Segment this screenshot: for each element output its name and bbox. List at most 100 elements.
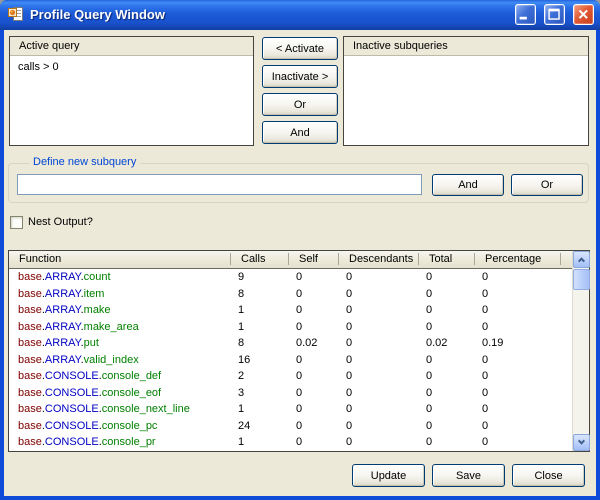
window-title: Profile Query Window — [30, 7, 507, 22]
table-row[interactable]: base.ARRAY.count90000 — [9, 269, 572, 286]
percentage-value: 0 — [474, 352, 560, 369]
self-value: 0 — [288, 418, 338, 435]
descendants-value: 0 — [338, 335, 418, 352]
active-query-list[interactable]: calls > 0 — [10, 57, 253, 145]
subquery-or-button[interactable]: Or — [511, 174, 583, 196]
total-value: 0 — [418, 434, 474, 451]
column-header-total[interactable]: Total — [418, 251, 474, 268]
column-header-self[interactable]: Self — [288, 251, 338, 268]
calls-value: 9 — [230, 269, 288, 286]
descendants-value: 0 — [338, 352, 418, 369]
function-name: base.ARRAY.make — [9, 302, 230, 319]
minimize-icon — [516, 4, 535, 25]
titlebar[interactable]: Profile Query Window — [0, 0, 600, 30]
subquery-input[interactable] — [17, 174, 422, 195]
table-row[interactable]: base.ARRAY.put80.0200.020.19 — [9, 335, 572, 352]
active-query-header: Active query — [10, 37, 253, 56]
table-row[interactable]: base.CONSOLE.console_pc240000 — [9, 418, 572, 435]
close-dialog-button[interactable]: Close — [512, 464, 585, 487]
self-value: 0 — [288, 269, 338, 286]
self-value: 0 — [288, 319, 338, 336]
vertical-scrollbar[interactable] — [572, 251, 589, 451]
self-value: 0 — [288, 286, 338, 303]
function-name: base.CONSOLE.console_next_line — [9, 401, 230, 418]
table-row[interactable]: base.ARRAY.make_area10000 — [9, 319, 572, 336]
percentage-value: 0 — [474, 269, 560, 286]
total-value: 0 — [418, 401, 474, 418]
maximize-icon — [545, 4, 564, 25]
column-header-percentage[interactable]: Percentage — [474, 251, 560, 268]
profile-query-window: Profile Query Window Active query calls … — [0, 0, 600, 500]
minimize-button[interactable] — [515, 4, 536, 25]
total-value: 0 — [418, 368, 474, 385]
client-area: Active query calls > 0 < Activate Inacti… — [4, 30, 596, 496]
table-row[interactable]: base.CONSOLE.console_def20000 — [9, 368, 572, 385]
and-combine-button[interactable]: And — [262, 121, 338, 144]
define-subquery-label: Define new subquery — [29, 156, 140, 168]
self-value: 0 — [288, 352, 338, 369]
define-subquery-group: Define new subquery And Or — [8, 163, 589, 203]
table-row[interactable]: base.ARRAY.valid_index160000 — [9, 352, 572, 369]
descendants-value: 0 — [338, 319, 418, 336]
calls-value: 1 — [230, 319, 288, 336]
scroll-down-button[interactable] — [573, 434, 590, 451]
calls-value: 1 — [230, 401, 288, 418]
self-value: 0 — [288, 434, 338, 451]
function-name: base.CONSOLE.console_def — [9, 368, 230, 385]
inactive-subqueries-panel: Inactive subqueries — [343, 36, 589, 146]
maximize-button[interactable] — [544, 4, 565, 25]
calls-value: 24 — [230, 418, 288, 435]
function-name: base.ARRAY.valid_index — [9, 352, 230, 369]
self-value: 0 — [288, 302, 338, 319]
column-header-descendants[interactable]: Descendants — [338, 251, 418, 268]
percentage-value: 0 — [474, 385, 560, 402]
descendants-value: 0 — [338, 401, 418, 418]
total-value: 0.02 — [418, 335, 474, 352]
nest-output-label[interactable]: Nest Output? — [28, 216, 93, 229]
inactivate-button[interactable]: Inactivate > — [262, 65, 338, 88]
total-value: 0 — [418, 286, 474, 303]
inactive-subqueries-list[interactable] — [344, 57, 588, 145]
column-header-function[interactable]: Function — [9, 251, 230, 268]
table-row[interactable]: base.CONSOLE.console_next_line10000 — [9, 401, 572, 418]
calls-value: 1 — [230, 302, 288, 319]
self-value: 0 — [288, 401, 338, 418]
total-value: 0 — [418, 319, 474, 336]
percentage-value: 0 — [474, 401, 560, 418]
descendants-value: 0 — [338, 418, 418, 435]
or-combine-button[interactable]: Or — [262, 93, 338, 116]
function-name: base.ARRAY.item — [9, 286, 230, 303]
calls-value: 16 — [230, 352, 288, 369]
update-button[interactable]: Update — [352, 464, 425, 487]
descendants-value: 0 — [338, 302, 418, 319]
close-button[interactable] — [573, 4, 594, 25]
chevron-down-icon — [578, 438, 585, 445]
scroll-up-button[interactable] — [573, 251, 590, 268]
close-icon — [574, 4, 593, 25]
percentage-value: 0.19 — [474, 335, 560, 352]
activate-button[interactable]: < Activate — [262, 37, 338, 60]
nest-output-checkbox[interactable] — [10, 216, 23, 229]
calls-value: 8 — [230, 335, 288, 352]
descendants-value: 0 — [338, 368, 418, 385]
table-row[interactable]: base.ARRAY.item80000 — [9, 286, 572, 303]
list-item[interactable]: calls > 0 — [10, 57, 253, 74]
chevron-up-icon — [578, 257, 585, 264]
table-row[interactable]: base.CONSOLE.console_eof30000 — [9, 385, 572, 402]
table-row[interactable]: base.ARRAY.make10000 — [9, 302, 572, 319]
descendants-value: 0 — [338, 434, 418, 451]
self-value: 0.02 — [288, 335, 338, 352]
function-name: base.CONSOLE.console_pr — [9, 434, 230, 451]
percentage-value: 0 — [474, 434, 560, 451]
save-button[interactable]: Save — [432, 464, 505, 487]
percentage-value: 0 — [474, 302, 560, 319]
percentage-value: 0 — [474, 319, 560, 336]
active-query-panel: Active query calls > 0 — [9, 36, 254, 146]
table-row[interactable]: base.CONSOLE.console_pr10000 — [9, 434, 572, 451]
calls-value: 8 — [230, 286, 288, 303]
column-header-calls[interactable]: Calls — [230, 251, 288, 268]
scrollbar-thumb[interactable] — [573, 269, 590, 290]
subquery-and-button[interactable]: And — [432, 174, 504, 196]
total-value: 0 — [418, 418, 474, 435]
table-body[interactable]: base.ARRAY.count90000base.ARRAY.item8000… — [9, 269, 572, 451]
